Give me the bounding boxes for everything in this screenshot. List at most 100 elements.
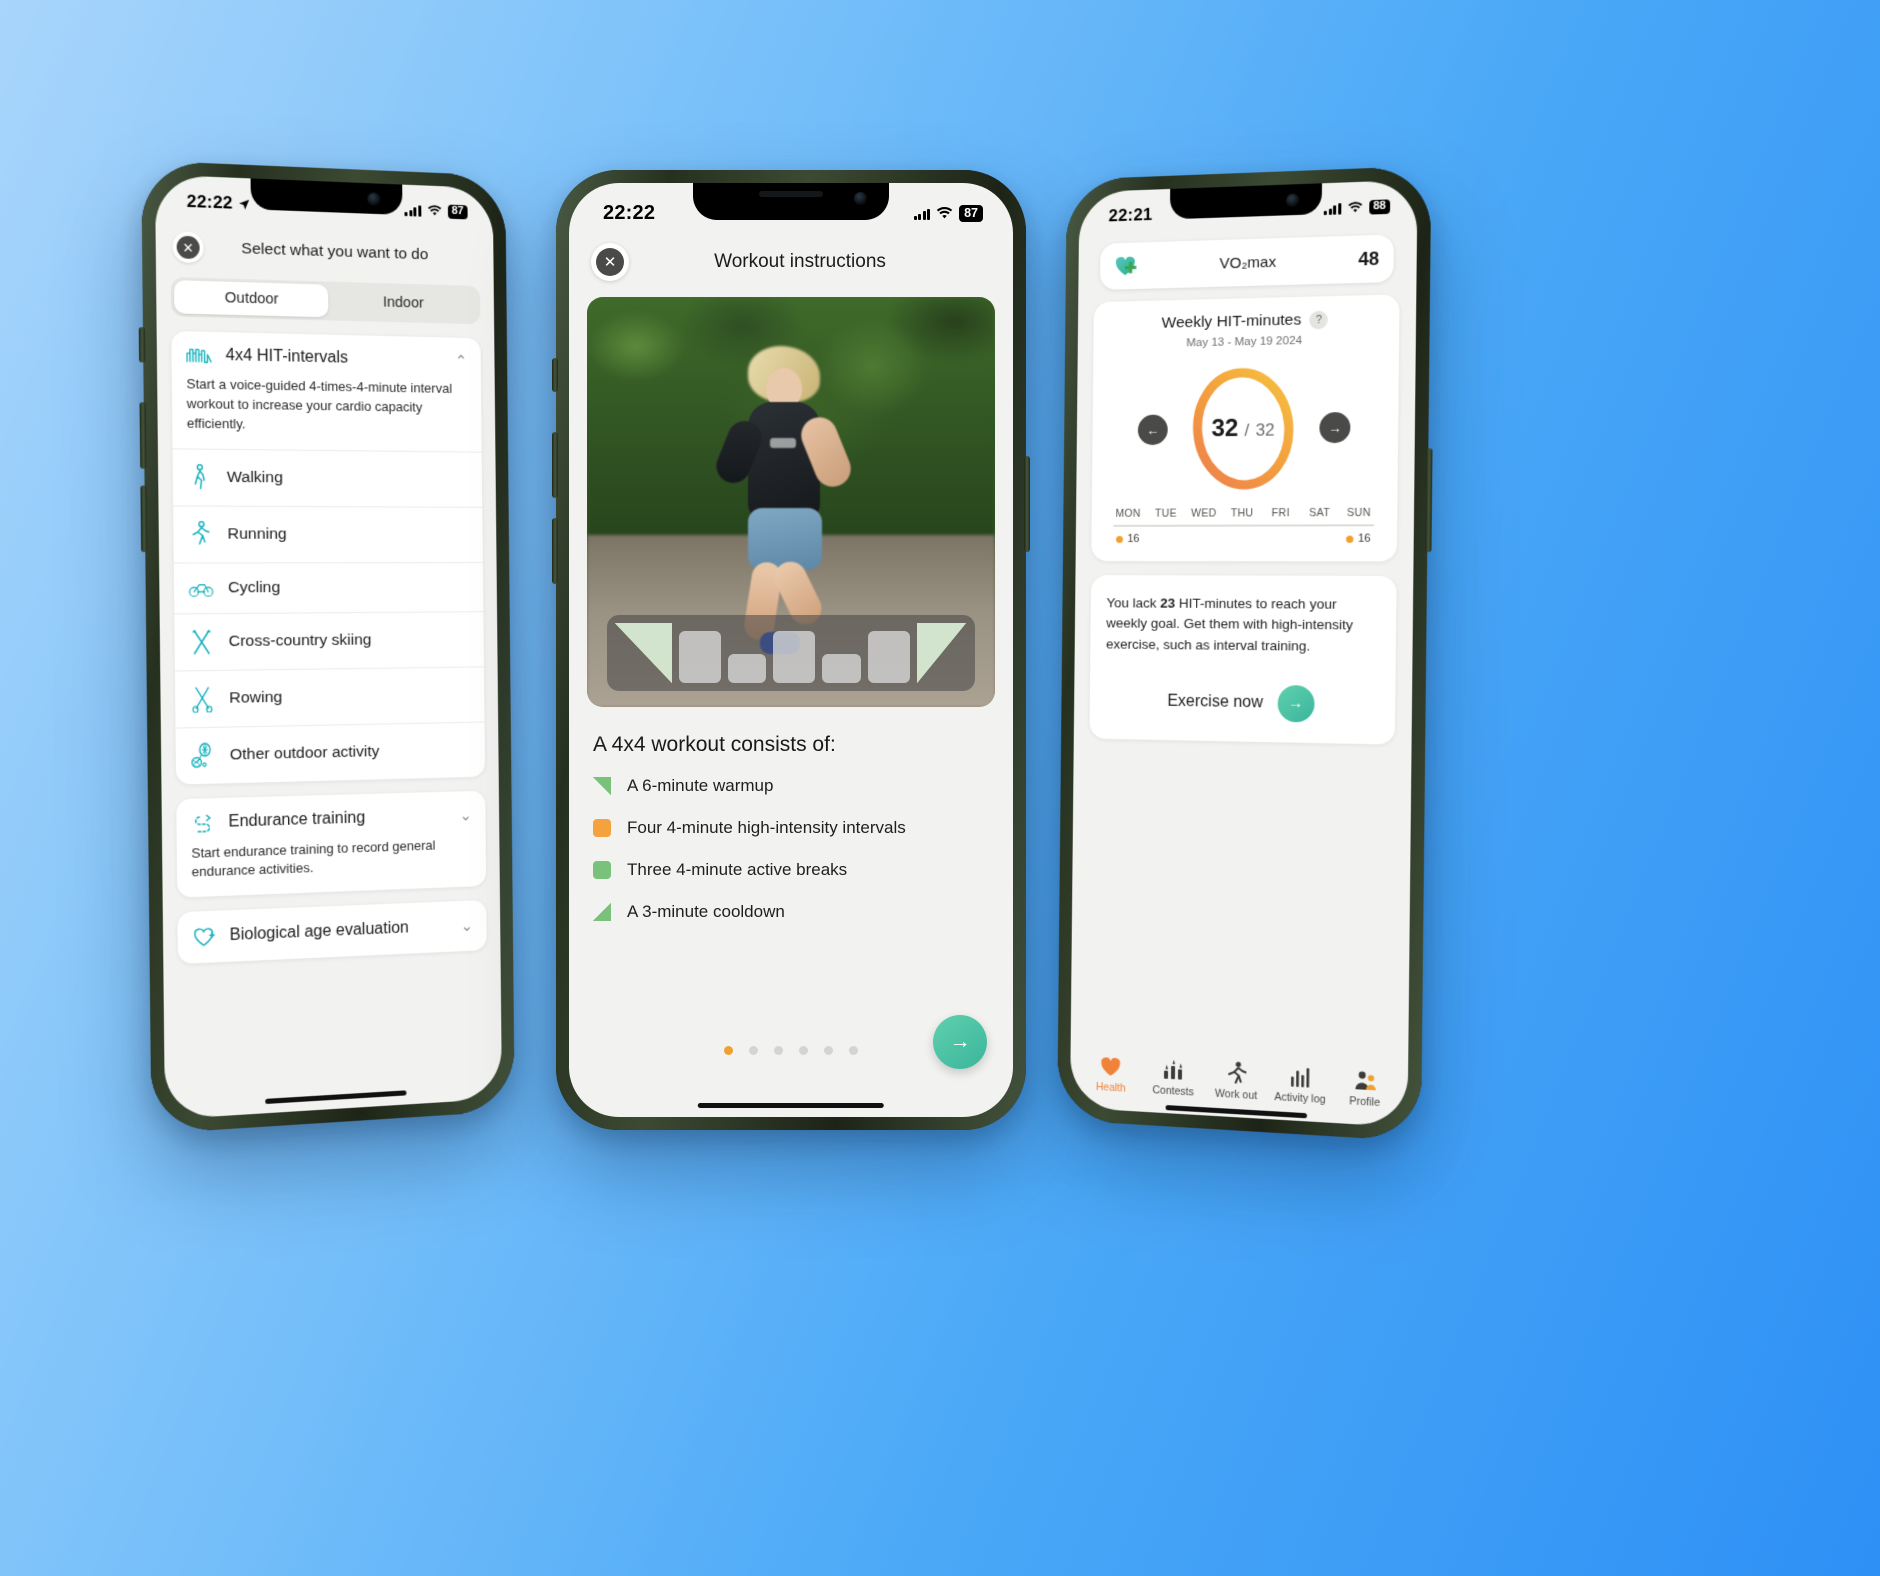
chevron-down-icon[interactable]: ⌄: [459, 806, 472, 824]
list-item-label: A 6-minute warmup: [627, 776, 774, 795]
advice-text-before: You lack: [1106, 595, 1161, 611]
heart-icon: [1100, 1053, 1122, 1078]
day-value-mon: 16: [1109, 533, 1147, 545]
phone-left: 22:22 87 ✕ Select what you want to do Ou…: [138, 160, 515, 1134]
pagination-dot-5[interactable]: [824, 1046, 833, 1055]
heart-plus-icon: [1115, 256, 1137, 276]
tab-profile[interactable]: Profile: [1332, 1065, 1398, 1110]
tab-contests[interactable]: Contests: [1142, 1055, 1205, 1099]
volume-down-button[interactable]: [140, 485, 148, 553]
weekday-label: SAT: [1308, 506, 1331, 520]
running-icon: [188, 521, 213, 548]
card-hit-title: 4x4 HIT-intervals: [225, 346, 349, 367]
home-indicator[interactable]: [265, 1090, 407, 1105]
orange-square-icon: [593, 819, 611, 837]
value-pip: [1346, 535, 1354, 543]
screen-right: VO₂max 48 Weekly HIT-minutes ? May 13 - …: [1070, 234, 1417, 1128]
day-value-thu: [1223, 533, 1262, 545]
mute-switch[interactable]: [552, 358, 558, 392]
activity-row-cycling[interactable]: Cycling: [173, 561, 484, 613]
card-endurance-training[interactable]: Endurance training ⌄ Start endurance tra…: [176, 790, 487, 898]
day-value-sun: 16: [1339, 533, 1378, 545]
weekday-label: MON: [1115, 507, 1141, 520]
green-square-icon: [593, 861, 611, 879]
list-item: Four 4-minute high-intensity intervals: [593, 807, 989, 849]
workout-video-thumbnail[interactable]: [587, 297, 995, 707]
volume-up-button[interactable]: [552, 432, 558, 498]
phone-middle: 22:22 87 ✕ Workout instructions A 4x4 wo…: [552, 170, 1030, 1130]
day-value-tue: [1147, 533, 1185, 545]
status-time-right: 22:21: [1108, 204, 1153, 226]
status-time-left: 22:22: [187, 191, 252, 214]
value-pip: [1116, 535, 1124, 543]
exercise-now-row[interactable]: Exercise now →: [1105, 682, 1378, 723]
status-bar-right: 22:21 88: [1079, 180, 1418, 239]
activity-row-skiing[interactable]: Cross-country skiing: [174, 610, 484, 670]
tab-label: Work out: [1214, 1087, 1258, 1103]
card-biological-age[interactable]: Biological age evaluation ⌄: [177, 900, 487, 965]
question-mark-icon[interactable]: ?: [1309, 310, 1329, 330]
page-title: Select what you want to do: [241, 239, 429, 264]
card-hit-intervals[interactable]: 4x4 HIT-intervals ⌃ Start a voice-guided…: [171, 330, 486, 785]
weekly-date-range: May 13 - May 19 2024: [1186, 334, 1303, 350]
home-indicator[interactable]: [697, 1103, 885, 1108]
pagination-dot-3[interactable]: [774, 1046, 783, 1055]
ramp-down-triangle-icon: [593, 903, 611, 921]
card-bioage-header[interactable]: Biological age evaluation ⌄: [177, 900, 486, 964]
screen-middle: ✕ Workout instructions A 4x4 workout con…: [569, 237, 1013, 1117]
card-hit-description: Start a voice-guided 4-times-4-minute in…: [186, 375, 453, 432]
arrow-right-icon: →: [949, 1030, 971, 1053]
endurance-icon: [191, 812, 216, 833]
tab-health[interactable]: Health: [1080, 1052, 1142, 1096]
weekday-label: TUE: [1154, 507, 1177, 520]
next-button[interactable]: →: [933, 1015, 987, 1069]
arrow-right-icon: →: [1328, 419, 1342, 436]
vo2max-pill[interactable]: VO₂max 48: [1099, 234, 1394, 290]
volume-up-button[interactable]: [139, 402, 147, 469]
status-icons-middle: 87: [913, 204, 983, 222]
weekly-hit-minutes-card: Weekly HIT-minutes ? May 13 - May 19 202…: [1091, 294, 1400, 562]
cellular-signal-icon: [913, 207, 931, 220]
home-indicator[interactable]: [1165, 1105, 1308, 1119]
pagination-dot-4[interactable]: [799, 1046, 808, 1055]
tab-outdoor[interactable]: Outdoor: [173, 280, 329, 318]
battery-badge-right: 88: [1368, 199, 1391, 215]
battery-badge-left: 87: [447, 204, 468, 220]
pagination-dot-1[interactable]: [724, 1046, 733, 1055]
runner-icon: [1226, 1060, 1246, 1086]
status-icons-right: 88: [1324, 199, 1391, 216]
power-button[interactable]: [1425, 448, 1433, 553]
activity-label: Running: [227, 524, 287, 543]
ring-svg: [1183, 357, 1304, 499]
activity-row-running[interactable]: Running: [173, 504, 483, 563]
cellular-signal-icon: [1324, 202, 1342, 215]
tab-activity-log[interactable]: Activity log: [1268, 1062, 1333, 1107]
cycling-icon: [189, 577, 214, 598]
previous-week-button[interactable]: ←: [1137, 414, 1168, 446]
list-item-label: Four 4-minute high-intensity intervals: [627, 818, 906, 837]
tab-indoor[interactable]: Indoor: [328, 285, 477, 321]
volume-down-button[interactable]: [552, 518, 558, 584]
pagination-dot-2[interactable]: [749, 1046, 758, 1055]
card-hit-header[interactable]: 4x4 HIT-intervals ⌃: [171, 331, 481, 380]
tab-workout[interactable]: Work out: [1204, 1059, 1268, 1103]
next-week-button[interactable]: →: [1319, 412, 1351, 444]
power-button[interactable]: [1024, 456, 1030, 552]
activity-row-walking[interactable]: Walking: [172, 447, 483, 507]
chevron-up-icon[interactable]: ⌃: [455, 352, 468, 370]
advice-amount: 23: [1160, 595, 1176, 611]
activity-row-rowing[interactable]: Rowing: [174, 665, 485, 728]
activity-row-other-outdoor[interactable]: Other outdoor activity: [175, 721, 486, 785]
activity-label: Rowing: [229, 688, 283, 707]
status-bar-middle: 22:22 87: [569, 183, 1013, 237]
exercise-now-button[interactable]: →: [1277, 684, 1315, 723]
bottom-tab-bar[interactable]: Health Contests Work out Activity log Pr…: [1070, 1051, 1408, 1110]
pagination-dot-6[interactable]: [849, 1046, 858, 1055]
tab-label: Contests: [1152, 1084, 1194, 1099]
wifi-icon: [1348, 201, 1363, 213]
activity-scope-segmented-control[interactable]: Outdoor Indoor: [170, 276, 481, 325]
chevron-down-icon[interactable]: ⌄: [461, 917, 473, 936]
phone-right: 22:21 88 VO₂max 48 Weekly HIT-minutes ? …: [1057, 165, 1433, 1142]
mute-switch[interactable]: [138, 327, 146, 363]
workout-breakdown-list: A 6-minute warmup Four 4-minute high-int…: [569, 765, 1013, 933]
